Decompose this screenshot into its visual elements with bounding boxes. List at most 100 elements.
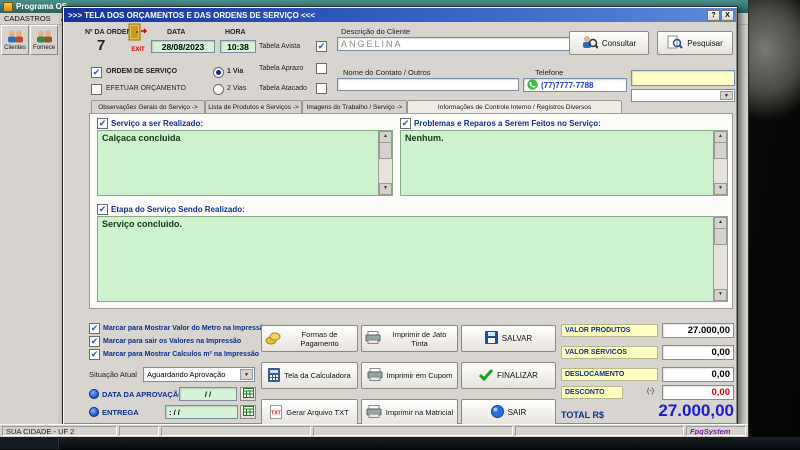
clientes-button[interactable]: Clientes (1, 25, 29, 55)
calculos-m2-checkbox[interactable] (89, 349, 100, 360)
printer-icon (366, 405, 382, 420)
imprimir-matricial-label: Imprimir na Matricial (385, 408, 454, 417)
scrollbar-thumb[interactable] (714, 142, 727, 159)
valor-produtos-field[interactable]: 27.000,00 (662, 323, 734, 338)
imprimir-matricial-button[interactable]: Imprimir na Matricial (361, 399, 458, 426)
desconto-label: DESCONTO (561, 386, 623, 399)
floppy-disk-icon (484, 331, 498, 346)
data-aprovacao-calendar-button[interactable] (240, 387, 256, 401)
telefone-field[interactable]: (77)7777-7788 (523, 78, 627, 92)
close-button[interactable]: X (721, 9, 734, 21)
sair-valores-checkbox[interactable] (89, 336, 100, 347)
deslocamento-field[interactable]: 0,00 (662, 367, 734, 382)
tabela-atacado-checkbox[interactable] (316, 83, 327, 94)
descricao-cliente-field[interactable]: ANGELINA (337, 37, 571, 51)
situacao-atual-combobox[interactable]: Aguardando Aprovação (143, 367, 255, 382)
valor-servicos-label: VALOR SERVICOS (561, 346, 658, 359)
gerar-txt-button[interactable]: TXT Gerar Arquivo TXT (261, 399, 358, 426)
scrollbar[interactable] (713, 217, 727, 301)
data-aprovacao-label: DATA DA APROVAÇÃO (102, 390, 185, 399)
coins-icon (265, 331, 281, 347)
service-panel: Serviço a ser Realizado: Calçaca conclui… (89, 113, 733, 309)
printer-icon (365, 331, 381, 346)
entrega-field[interactable]: : / / (165, 405, 238, 419)
servico-realizado-textarea[interactable]: Calçaca concluida (97, 130, 393, 196)
consultar-label: Consultar (601, 38, 637, 48)
efetuar-orcamento-checkbox[interactable] (91, 84, 102, 95)
tabela-avista-label: Tabela Avista (259, 43, 301, 50)
gerar-txt-label: Gerar Arquivo TXT (286, 408, 349, 417)
finalizar-button[interactable]: FINALIZAR (461, 362, 556, 389)
window-titlebar: >>> TELA DOS ORÇAMENTOS E DAS ORDENS DE … (64, 8, 736, 22)
app-icon (3, 1, 13, 12)
problemas-text: Nenhum. (405, 133, 444, 143)
tab-lista-produtos[interactable]: Lista de Produtos e Serviços -> (205, 100, 302, 114)
exit-door-icon (127, 23, 149, 47)
statusbar-panel (313, 426, 513, 436)
radio-2-vias[interactable] (213, 84, 224, 95)
imprimir-jato-label: Imprimir de Jato Tinta (392, 329, 447, 348)
descricao-cliente-value: ANGELINA (341, 39, 403, 49)
situacao-atual-label: Situação Atual (89, 370, 137, 379)
tela-calculadora-button[interactable]: Tela da Calculadora (261, 362, 358, 389)
scrollbar-thumb[interactable] (379, 142, 392, 159)
mostrar-valor-metro-checkbox[interactable] (89, 323, 100, 334)
pesquisar-button[interactable]: Pesquisar (657, 31, 733, 55)
exit-button[interactable]: EXIT (127, 23, 149, 53)
tab-imagens-trabalho[interactable]: Imagens do Trabalho / Serviço -> (302, 100, 407, 114)
contato-field[interactable] (337, 78, 519, 91)
scrollbar[interactable] (713, 131, 727, 195)
radio-2-vias-label: 2 Vias (227, 85, 247, 92)
etapa-checkbox[interactable] (97, 204, 108, 215)
time-label: HORA (225, 29, 246, 36)
formas-pagamento-button[interactable]: Formas de Pagamento (261, 325, 358, 352)
entrega-calendar-button[interactable] (240, 405, 256, 419)
deslocamento-label: DESLOCAMENTO (561, 368, 658, 381)
people-icon (5, 30, 25, 45)
tab-observacoes-gerais[interactable]: Observações Gerais do Serviço -> (91, 100, 205, 114)
etapa-textarea[interactable]: Serviço concluido. (97, 216, 728, 302)
ordem-servico-checkbox[interactable] (91, 67, 102, 78)
statusbar-panel (515, 426, 684, 436)
scrollbar[interactable] (378, 131, 392, 195)
help-button[interactable]: ? (707, 9, 720, 21)
whatsapp-icon[interactable] (527, 78, 538, 92)
statusbar-panel (161, 426, 311, 436)
mostrar-valor-metro-label: Marcar para Mostrar Valor do Metro na Im… (103, 325, 268, 332)
fornecedores-label: Fornece (32, 44, 55, 51)
problemas-checkbox[interactable] (400, 118, 411, 129)
search-icon (667, 35, 683, 51)
consultar-button[interactable]: Consultar (569, 31, 649, 55)
extra-yellow-field[interactable] (631, 70, 735, 86)
servico-realizado-checkbox[interactable] (97, 118, 108, 129)
salvar-button[interactable]: SALVAR (461, 325, 556, 352)
tabela-avista-checkbox[interactable] (316, 41, 327, 52)
radio-1-via-label: 1 Via (227, 68, 244, 75)
imprimir-jato-button[interactable]: Imprimir de Jato Tinta (361, 325, 458, 352)
menu-cadastros[interactable]: CADASTROS (4, 14, 51, 23)
servico-realizado-label: Serviço a ser Realizado: (111, 119, 204, 128)
contato-label: Nome do Contato / Outros (343, 68, 431, 77)
problemas-textarea[interactable]: Nenhum. (400, 130, 728, 196)
etapa-text: Serviço concluido. (102, 219, 183, 229)
time-field[interactable]: 10:38 (220, 40, 256, 53)
scrollbar-thumb[interactable] (714, 228, 727, 245)
data-aprovacao-field[interactable]: / / (179, 387, 237, 401)
salvar-label: SALVAR (501, 334, 533, 343)
date-field[interactable]: 28/08/2023 (151, 40, 215, 53)
tab-controle-interno[interactable]: Informações de Controle Interno / Regist… (407, 100, 622, 114)
desconto-field[interactable]: 0,00 (662, 385, 734, 400)
finalizar-label: FINALIZAR (497, 371, 538, 380)
printer-icon (367, 368, 383, 383)
imprimir-cupom-button[interactable]: Imprimir em Cupom (361, 362, 458, 389)
valor-produtos-value: 27.000,00 (687, 325, 730, 336)
taskbar[interactable] (0, 437, 800, 450)
tabela-atacado-label: Tabela Atacado (259, 85, 307, 92)
sair-button[interactable]: SAIR (461, 399, 556, 426)
tabela-aprazo-checkbox[interactable] (316, 63, 327, 74)
valor-servicos-field[interactable]: 0,00 (662, 345, 734, 360)
radio-1-via[interactable] (213, 67, 224, 78)
date-value: 28/08/2023 (161, 41, 205, 52)
fornecedores-button[interactable]: Fornece (30, 25, 58, 55)
extra-combobox[interactable] (631, 89, 735, 102)
